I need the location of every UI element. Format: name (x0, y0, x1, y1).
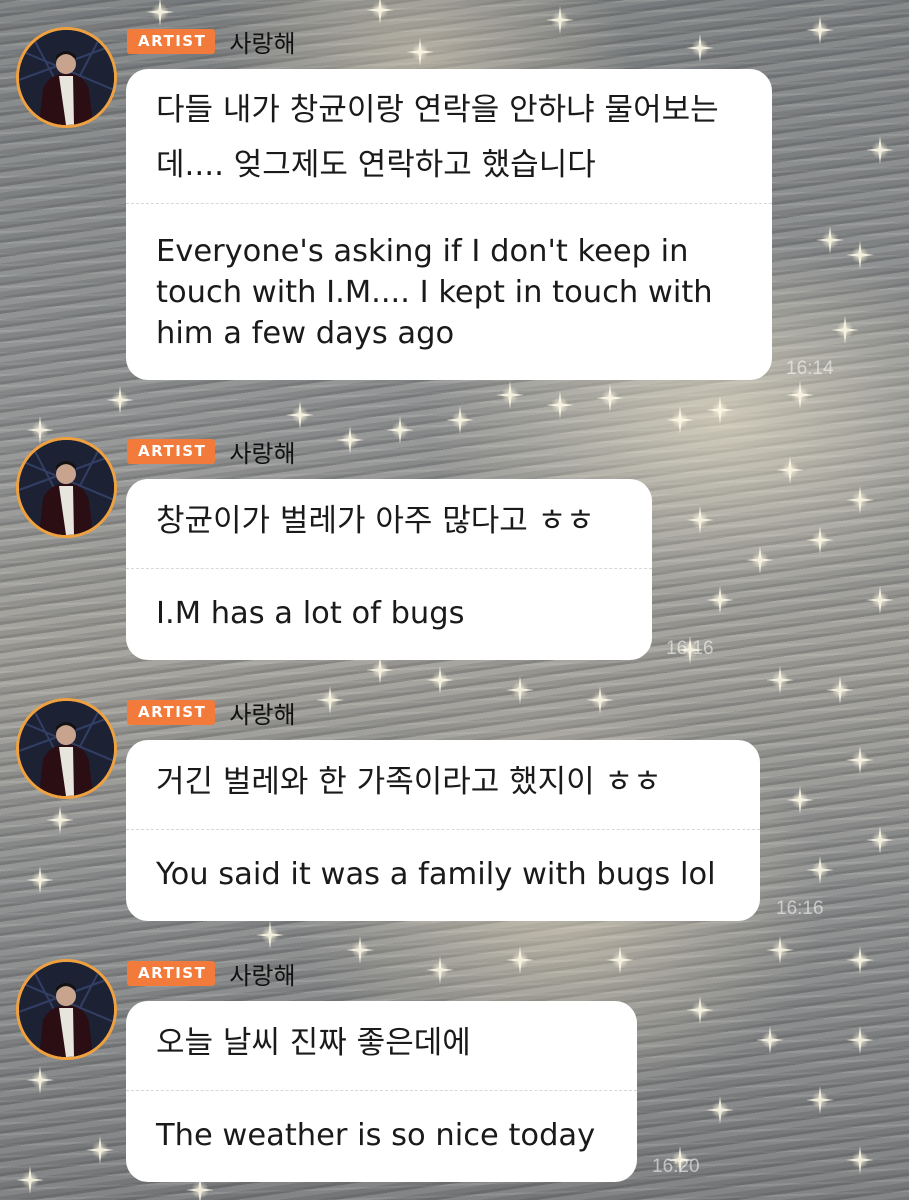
translation-divider (126, 203, 772, 204)
sender-row: ARTIST 사랑해 (127, 698, 296, 729)
korean-line: 오늘 날씨 진짜 좋은데에 (156, 1025, 471, 1061)
translation-divider (126, 1090, 637, 1091)
artist-badge: ARTIST (127, 438, 216, 464)
english-line: touch with I.M.... I kept in touch with (156, 275, 713, 310)
artist-badge: ARTIST (127, 28, 216, 54)
sender-name: 사랑해 (229, 700, 296, 729)
sender-name: 사랑해 (229, 961, 296, 990)
korean-line: 창균이가 벌레가 아주 많다고 ㅎㅎ (156, 503, 595, 539)
english-line: The weather is so nice today (156, 1118, 596, 1153)
korean-text: 오늘 날씨 진짜 좋은데에 (156, 1023, 471, 1064)
korean-line: 다들 내가 창균이랑 연락을 안하냐 물어보는 (156, 92, 719, 128)
sender-name: 사랑해 (229, 29, 296, 58)
english-line: Everyone's asking if I don't keep in (156, 234, 689, 269)
english-line: him a few days ago (156, 316, 455, 351)
artist-badge: ARTIST (127, 960, 216, 986)
message-time: 16:14 (786, 358, 834, 379)
korean-text: 다들 내가 창균이랑 연락을 안하냐 물어보는 데.... 엊그제도 연락하고 … (156, 90, 719, 186)
artist-avatar[interactable] (16, 27, 117, 128)
artist-badge: ARTIST (127, 699, 216, 725)
english-line: I.M has a lot of bugs (156, 596, 465, 631)
sender-row: ARTIST 사랑해 (127, 27, 296, 58)
english-line: You said it was a family with bugs lol (156, 857, 716, 892)
message-time: 16:20 (652, 1156, 700, 1177)
sender-row: ARTIST 사랑해 (127, 959, 296, 990)
message-bubble[interactable]: 거긴 벌레와 한 가족이라고 했지이 ㅎㅎ You said it was a … (126, 740, 760, 921)
english-text: I.M has a lot of bugs (156, 593, 465, 634)
artist-avatar[interactable] (16, 437, 117, 538)
translation-divider (126, 829, 760, 830)
korean-text: 창균이가 벌레가 아주 많다고 ㅎㅎ (156, 501, 595, 542)
translation-divider (126, 568, 652, 569)
message-bubble[interactable]: 오늘 날씨 진짜 좋은데에 The weather is so nice tod… (126, 1001, 637, 1182)
message-bubble[interactable]: 창균이가 벌레가 아주 많다고 ㅎㅎ I.M has a lot of bugs (126, 479, 652, 660)
korean-line: 데.... 엊그제도 연락하고 했습니다 (156, 147, 596, 183)
message-bubble[interactable]: 다들 내가 창균이랑 연락을 안하냐 물어보는 데.... 엊그제도 연락하고 … (126, 69, 772, 380)
korean-line: 거긴 벌레와 한 가족이라고 했지이 ㅎㅎ (156, 764, 662, 800)
sender-row: ARTIST 사랑해 (127, 437, 296, 468)
english-text: You said it was a family with bugs lol (156, 854, 716, 895)
artist-avatar[interactable] (16, 698, 117, 799)
message-time: 16:16 (666, 638, 714, 659)
message-time: 16:16 (776, 898, 824, 919)
artist-avatar[interactable] (16, 959, 117, 1060)
sender-name: 사랑해 (229, 439, 296, 468)
english-text: The weather is so nice today (156, 1115, 595, 1156)
korean-text: 거긴 벌레와 한 가족이라고 했지이 ㅎㅎ (156, 762, 662, 803)
english-text: Everyone's asking if I don't keep in tou… (156, 231, 713, 354)
